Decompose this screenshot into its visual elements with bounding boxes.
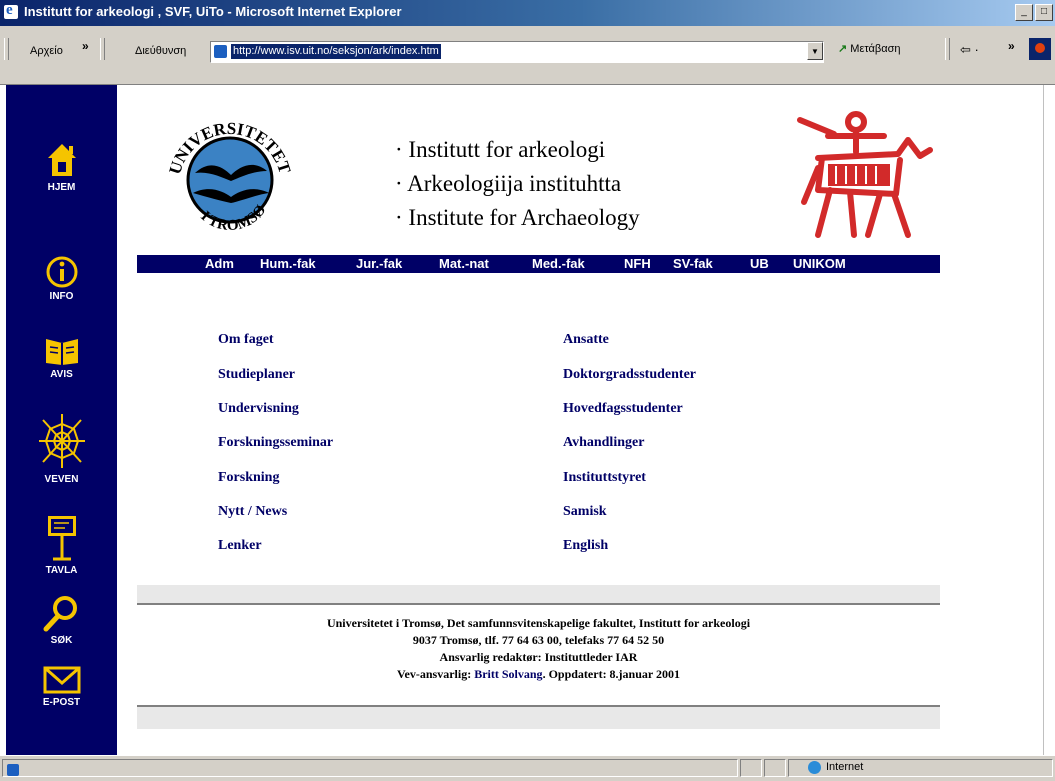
footer-webmaster-line: Vev-ansvarlig: Britt Solvang. Oppdatert:… — [137, 666, 940, 683]
minimize-button[interactable]: _ — [1015, 4, 1033, 21]
window-title-bar[interactable]: Institutt for arkeologi , SVF, UiTo - Mi… — [0, 0, 1055, 26]
go-button-label: Μετάβαση — [850, 43, 901, 55]
faculty-link-hum[interactable]: Hum.-fak — [260, 255, 316, 273]
sidebar-label: E-POST — [42, 697, 81, 708]
faculty-link-matnat[interactable]: Mat.-nat — [439, 255, 489, 273]
web-icon — [38, 414, 85, 468]
sidebar-item-sok[interactable]: SØK — [6, 593, 117, 646]
webmaster-link[interactable]: Britt Solvang — [474, 667, 542, 681]
faculty-link-adm[interactable]: Adm — [205, 255, 234, 273]
toolbar-grip[interactable] — [100, 38, 105, 60]
address-label: Διεύθυνση — [135, 45, 187, 57]
sidebar-label: INFO — [49, 291, 74, 302]
link-hovedfagsstudenter[interactable]: Hovedfagsstudenter — [563, 401, 683, 417]
security-zone-label: Internet — [826, 761, 864, 773]
internet-explorer-icon — [4, 2, 18, 19]
magnifier-icon — [43, 596, 77, 632]
vertical-scrollbar[interactable] — [1043, 85, 1055, 755]
link-doktorgradsstudenter[interactable]: Doktorgradsstudenter — [563, 367, 696, 383]
toolbar-grip[interactable] — [945, 38, 950, 60]
sidebar-label: VEVEN — [44, 474, 79, 485]
footer-divider-bottom — [137, 705, 940, 729]
status-bar — [0, 755, 1055, 781]
faculty-navbar: Adm Hum.-fak Jur.-fak Mat.-nat Med.-fak … — [137, 255, 940, 273]
faculty-link-unikom[interactable]: UNIKOM — [793, 255, 846, 273]
window-title: Institutt for arkeologi , SVF, UiTo - Mi… — [24, 4, 402, 19]
link-om-faget[interactable]: Om faget — [218, 332, 274, 348]
sidebar-item-info[interactable]: INFO — [6, 255, 117, 302]
link-nytt-news[interactable]: Nytt / News — [218, 504, 287, 520]
info-icon — [46, 256, 77, 288]
address-toolbar: Αρχείο » Διεύθυνση http://www.isv.uit.no… — [0, 26, 1055, 85]
status-text-cell — [2, 759, 738, 777]
address-dropdown-button[interactable]: ▼ — [807, 42, 823, 60]
go-button[interactable]: ↗ Μετάβαση — [838, 42, 901, 55]
sidebar-label: HJEM — [47, 182, 76, 193]
back-button[interactable]: ⇦ · — [960, 42, 979, 58]
address-bar[interactable]: http://www.isv.uit.no/seksjon/ark/index.… — [210, 41, 824, 63]
sidebar: HJEM INFO AVIS VEVEN TAVLA SØK E-POST — [6, 85, 117, 755]
faculty-link-sv[interactable]: SV-fak — [673, 255, 713, 273]
page-status-icon — [7, 764, 19, 776]
link-english[interactable]: English — [563, 538, 608, 554]
link-ansatte[interactable]: Ansatte — [563, 332, 609, 348]
institute-name-english: · Institute for Archaeology — [395, 205, 640, 230]
link-forskning[interactable]: Forskning — [218, 470, 279, 486]
board-icon — [47, 516, 76, 561]
faculty-link-ub[interactable]: UB — [750, 255, 769, 273]
sidebar-label: TAVLA — [45, 565, 78, 576]
link-avhandlinger[interactable]: Avhandlinger — [563, 435, 644, 451]
toolbar-grip[interactable] — [4, 38, 9, 60]
link-instituttstyret[interactable]: Instituttstyret — [563, 470, 646, 486]
page-viewport: HJEM INFO AVIS VEVEN TAVLA SØK E-POST UN… — [0, 85, 1055, 755]
link-undervisning[interactable]: Undervisning — [218, 401, 299, 417]
sidebar-item-avis[interactable]: AVIS — [6, 335, 117, 380]
institute-name-sami: · Arkeologiija instituhtta — [395, 171, 622, 196]
maximize-button[interactable]: □ — [1035, 4, 1053, 21]
envelope-icon — [43, 666, 80, 694]
footer-editor-line: Ansvarlig redaktør: Instituttleder IAR — [439, 650, 638, 664]
status-cell — [740, 759, 762, 777]
toolbar-chevron-2[interactable]: » — [1008, 39, 1015, 53]
internet-zone-icon — [808, 761, 821, 774]
archive-menu[interactable]: Αρχείο — [30, 45, 63, 57]
link-studieplaner[interactable]: Studieplaner — [218, 367, 295, 383]
sidebar-item-tavla[interactable]: TAVLA — [6, 513, 117, 576]
footer-divider-top — [137, 585, 940, 605]
sidebar-item-veven[interactable]: VEVEN — [6, 410, 117, 485]
institute-name-norwegian: · Institutt for arkeologi — [395, 137, 606, 162]
institute-name-block: · Institutt for arkeologi · Arkeologiija… — [395, 133, 640, 235]
address-url[interactable]: http://www.isv.uit.no/seksjon/ark/index.… — [231, 44, 441, 59]
house-icon — [47, 144, 76, 176]
sidebar-label: AVIS — [50, 369, 73, 380]
footer-webmaster-prefix: Vev-ansvarlig: — [396, 667, 472, 681]
footer: Universitetet i Tromsø, Det samfunnsvite… — [137, 615, 940, 683]
go-arrow-icon: ↗ — [838, 43, 848, 55]
newspaper-icon — [45, 339, 78, 365]
sidebar-label: SØK — [50, 635, 73, 646]
sidebar-item-hjem[interactable]: HJEM — [6, 140, 117, 193]
windows-logo-icon — [1029, 38, 1051, 60]
link-samisk[interactable]: Samisk — [563, 504, 607, 520]
rock-art-figure — [797, 111, 933, 238]
faculty-link-nfh[interactable]: NFH — [624, 255, 651, 273]
link-forskningsseminar[interactable]: Forskningsseminar — [218, 435, 333, 451]
link-lenker[interactable]: Lenker — [218, 538, 262, 554]
footer-updated-text: . Oppdatert: 8.januar 2001 — [542, 667, 681, 681]
sidebar-item-epost[interactable]: E-POST — [6, 665, 117, 708]
university-logo[interactable]: UNIVERSITETET I TROMSØ — [165, 115, 295, 245]
page-icon — [214, 45, 227, 58]
toolbar-chevron[interactable]: » — [82, 39, 89, 53]
status-cell — [764, 759, 786, 777]
footer-address-line: Universitetet i Tromsø, Det samfunnsvite… — [326, 616, 751, 630]
faculty-link-jur[interactable]: Jur.-fak — [356, 255, 402, 273]
faculty-link-med[interactable]: Med.-fak — [532, 255, 585, 273]
footer-contact-line: 9037 Tromsø, tlf. 77 64 63 00, telefaks … — [412, 633, 665, 647]
